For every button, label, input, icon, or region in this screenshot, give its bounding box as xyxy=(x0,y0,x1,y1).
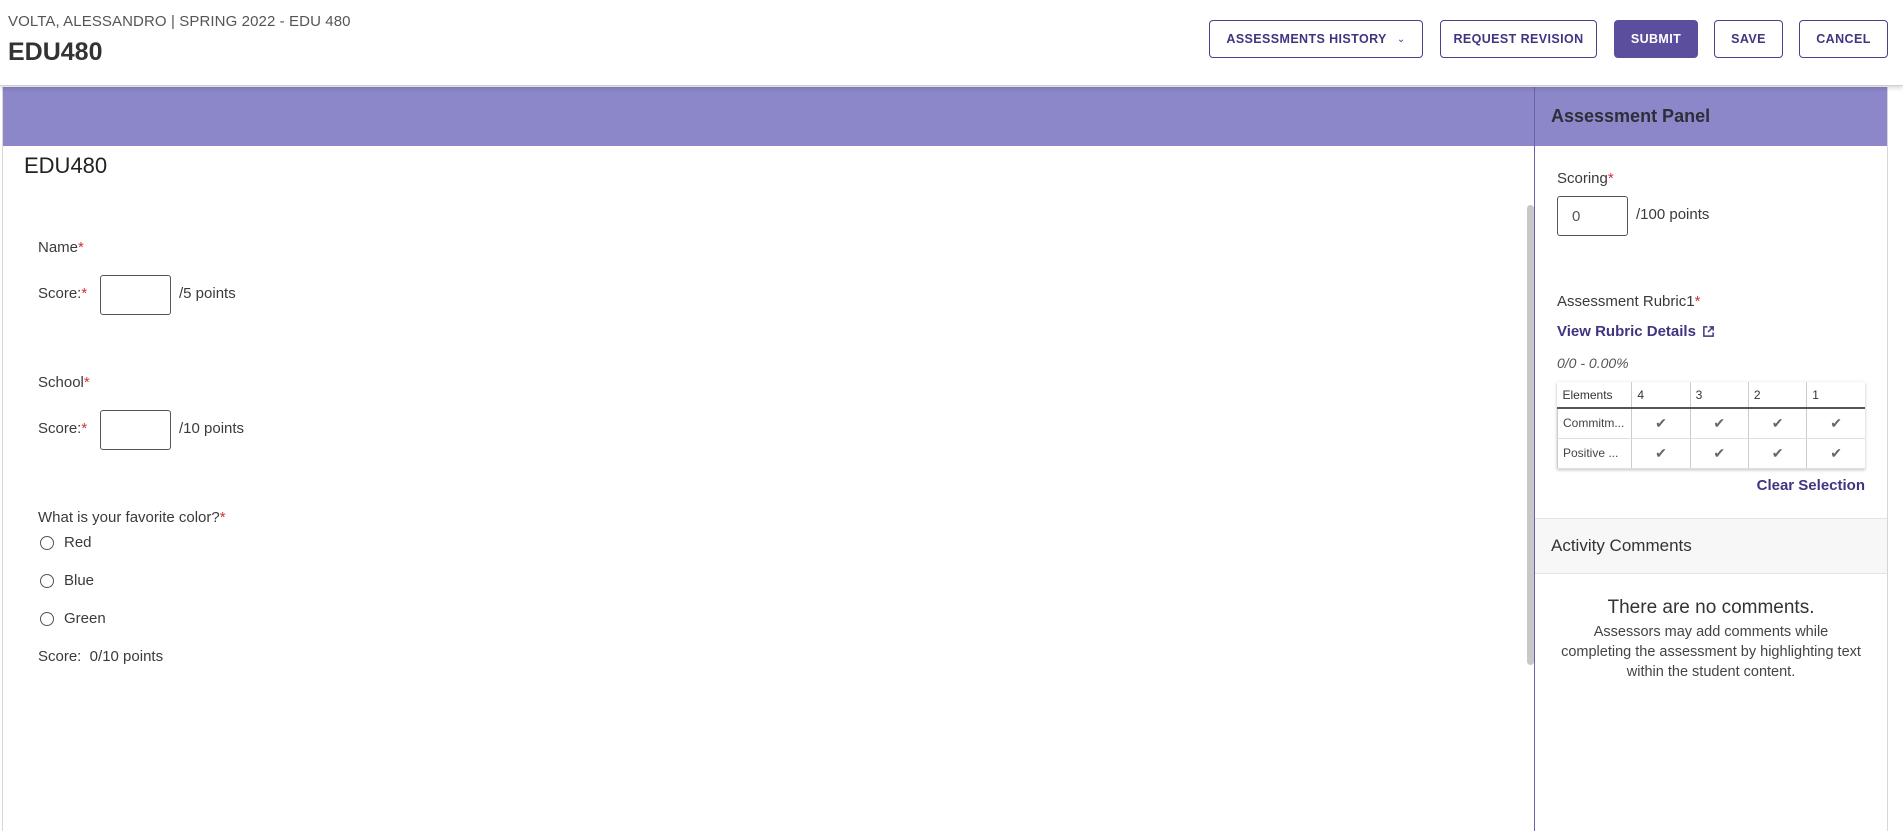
assessment-panel: Assessment Panel Scoring* 0 /100 points … xyxy=(1534,87,1888,831)
radio-option-blue[interactable]: Blue xyxy=(40,572,94,589)
clear-selection-link[interactable]: Clear Selection xyxy=(1757,477,1865,494)
check-icon[interactable]: ✔ xyxy=(1689,408,1749,439)
radio-button[interactable] xyxy=(40,573,54,588)
assessment-panel-header: Assessment Panel xyxy=(1535,87,1887,146)
rubric-header-4: 4 xyxy=(1631,382,1691,409)
required-marker: * xyxy=(1607,170,1614,187)
check-icon[interactable]: ✔ xyxy=(1689,438,1749,469)
question-name-label: Name* xyxy=(38,239,84,256)
radio-option-label: Green xyxy=(64,610,106,627)
submit-button[interactable]: SUBMIT xyxy=(1614,20,1698,58)
radio-option-label: Blue xyxy=(64,572,95,589)
breadcrumb-course: SPRING 2022 - EDU 480 xyxy=(179,13,351,30)
rubric-header-3: 3 xyxy=(1689,382,1749,409)
top-bar: VOLTA, ALESSANDRO | SPRING 2022 - EDU 48… xyxy=(0,0,1903,86)
rubric-label-text: Assessment Rubric1 xyxy=(1557,293,1695,310)
rubric-label: Assessment Rubric1* xyxy=(1557,293,1700,310)
required-marker: * xyxy=(78,239,84,256)
check-icon[interactable]: ✔ xyxy=(1806,408,1865,439)
content-title: EDU480 xyxy=(24,153,108,178)
total-points: /100 points xyxy=(1636,206,1710,223)
assessments-history-button[interactable]: ASSESSMENTS HISTORY ⌄ xyxy=(1209,20,1423,58)
score-label: Score:* xyxy=(38,285,87,302)
required-marker: * xyxy=(219,509,226,526)
radio-option-green[interactable]: Green xyxy=(40,610,106,627)
rubric-table: Elements 4 3 2 1 Commitm... ✔ ✔ ✔ ✔ Posi… xyxy=(1556,382,1865,469)
rubric-row: Commitm... ✔ ✔ ✔ ✔ xyxy=(1556,408,1865,439)
score-label-text: Score: xyxy=(38,420,82,437)
rubric-row: Positive ... ✔ ✔ ✔ ✔ xyxy=(1556,438,1865,469)
activity-comments-title: Activity Comments xyxy=(1551,536,1692,555)
rubric-header-2: 2 xyxy=(1747,382,1807,409)
content-scrollbar[interactable] xyxy=(1527,205,1534,665)
question-color-text: What is your favorite color? xyxy=(38,509,220,526)
external-link-icon xyxy=(1703,326,1714,337)
required-marker: * xyxy=(1694,293,1701,310)
radio-option-red[interactable]: Red xyxy=(40,534,92,551)
breadcrumb: VOLTA, ALESSANDRO | SPRING 2022 - EDU 48… xyxy=(8,13,351,30)
required-marker: * xyxy=(83,374,90,391)
check-icon[interactable]: ✔ xyxy=(1747,438,1807,469)
check-icon[interactable]: ✔ xyxy=(1631,438,1691,469)
question-school-text: School xyxy=(38,374,84,391)
question-color-label: What is your favorite color?* xyxy=(38,509,226,526)
assessments-history-label: ASSESSMENTS HISTORY xyxy=(1226,32,1387,46)
breadcrumb-student: VOLTA, ALESSANDRO xyxy=(8,13,167,30)
assessment-panel-title: Assessment Panel xyxy=(1551,106,1711,126)
rubric-header-row: Elements 4 3 2 1 xyxy=(1557,382,1865,409)
name-score-input[interactable] xyxy=(100,275,171,315)
school-score-input[interactable] xyxy=(100,410,171,450)
required-marker: * xyxy=(81,285,88,302)
no-comments-heading: There are no comments. xyxy=(1607,597,1815,618)
name-points: /5 points xyxy=(179,285,236,302)
rubric-percent: 0/0 - 0.00% xyxy=(1557,355,1629,371)
request-revision-button[interactable]: REQUEST REVISION xyxy=(1440,20,1597,58)
save-button[interactable]: SAVE xyxy=(1714,20,1783,58)
rubric-row-label: Commitm... xyxy=(1556,408,1632,439)
page-title: EDU480 xyxy=(8,38,103,66)
activity-comments-header: Activity Comments xyxy=(1535,518,1887,574)
color-question-score: Score: 0/10 points xyxy=(38,648,164,665)
scoring-label-text: Scoring xyxy=(1557,170,1608,187)
required-marker: * xyxy=(81,420,88,437)
content-header-band xyxy=(3,87,1535,146)
view-rubric-details-text: View Rubric Details xyxy=(1557,323,1696,340)
radio-button[interactable] xyxy=(40,535,54,550)
question-name-text: Name xyxy=(38,239,79,256)
rubric-header-elements: Elements xyxy=(1557,382,1632,409)
radio-button[interactable] xyxy=(40,611,54,626)
check-icon[interactable]: ✔ xyxy=(1747,408,1807,439)
radio-option-label: Red xyxy=(64,534,92,551)
total-score-input[interactable]: 0 xyxy=(1557,196,1628,236)
score-label-text: Score: xyxy=(38,285,82,302)
cancel-button[interactable]: CANCEL xyxy=(1799,20,1888,58)
breadcrumb-separator: | xyxy=(170,13,175,30)
question-school-label: School* xyxy=(38,374,90,391)
chevron-down-icon: ⌄ xyxy=(1396,33,1406,45)
scoring-label: Scoring* xyxy=(1557,170,1614,187)
no-comments-description: Assessors may add comments while complet… xyxy=(1561,624,1861,680)
check-icon[interactable]: ✔ xyxy=(1806,438,1865,469)
score-label: Score:* xyxy=(38,420,87,437)
rubric-row-label: Positive ... xyxy=(1556,438,1632,469)
student-content-pane: EDU480 Name* Score:* /5 points School* S… xyxy=(2,87,1535,831)
school-points: /10 points xyxy=(179,420,245,437)
check-icon[interactable]: ✔ xyxy=(1631,408,1691,439)
view-rubric-details-link[interactable]: View Rubric Details xyxy=(1557,323,1715,340)
rubric-header-1: 1 xyxy=(1806,382,1865,409)
